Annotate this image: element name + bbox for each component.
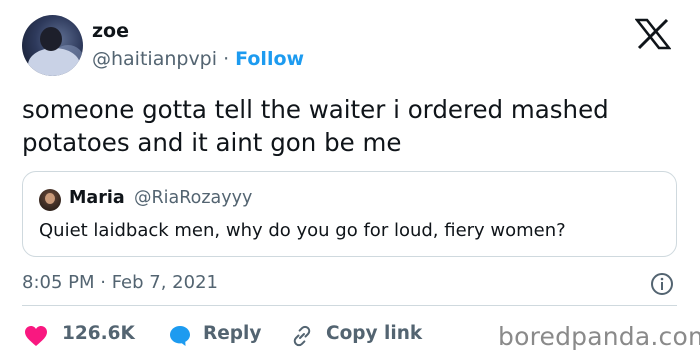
quoted-author-handle: @RiaRozayyy [134,188,253,208]
reply-button[interactable]: Reply [203,323,261,344]
handle-separator: · [223,48,230,70]
quoted-tweet-card[interactable]: Maria @RiaRozayyy Quiet laidback men, wh… [22,171,677,257]
actions-divider [22,305,677,306]
author-avatar[interactable] [22,15,83,76]
author-handle-row: @haitianpvpi · Follow [92,48,304,70]
tweet-timestamp[interactable]: 8:05 PM · Feb 7, 2021 [22,272,218,293]
author-name[interactable]: zoe [92,20,129,42]
quoted-avatar-face [45,193,55,204]
avatar-head [40,27,62,51]
quoted-author-name: Maria [69,188,125,208]
watermark: boredpanda.com [498,322,700,351]
tweet-text: someone gotta tell the waiter i ordered … [22,95,609,157]
reply-bubble-icon[interactable] [168,324,192,348]
author-handle[interactable]: @haitianpvpi [92,48,217,70]
follow-button[interactable]: Follow [235,48,304,70]
avatar-figure [28,48,80,76]
copy-link-button[interactable]: Copy link [326,323,422,344]
info-icon[interactable] [650,272,674,296]
like-count[interactable]: 126.6K [62,323,135,344]
link-icon[interactable] [290,324,314,348]
quoted-avatar [39,189,61,211]
heart-icon[interactable] [24,325,48,347]
x-logo-icon[interactable] [635,18,671,50]
quoted-tweet-text: Quiet laidback men, why do you go for lo… [39,220,566,241]
